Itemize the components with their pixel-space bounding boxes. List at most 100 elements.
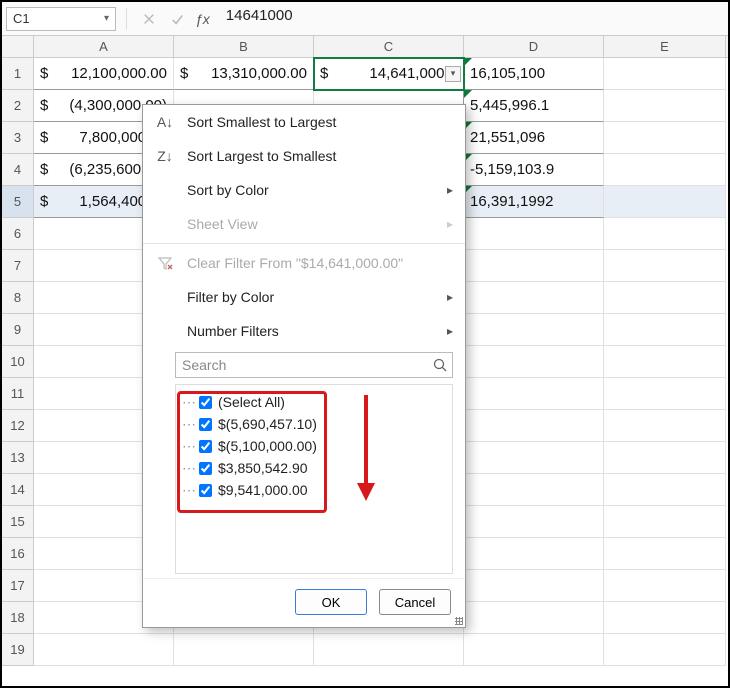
cell[interactable] [604, 602, 726, 634]
row-header[interactable]: 11 [2, 378, 34, 410]
cell[interactable] [604, 442, 726, 474]
row-header[interactable]: 16 [2, 538, 34, 570]
menu-label: Sheet View [187, 216, 435, 232]
menu-filter-by-color[interactable]: Filter by Color ▸ [143, 280, 465, 314]
row-header[interactable]: 17 [2, 570, 34, 602]
cell[interactable] [464, 314, 604, 346]
checkbox[interactable] [199, 418, 212, 431]
clear-filter-icon [155, 255, 175, 271]
cell[interactable] [604, 346, 726, 378]
checkbox[interactable] [199, 440, 212, 453]
cell[interactable] [604, 378, 726, 410]
cell[interactable] [464, 410, 604, 442]
cell[interactable] [604, 282, 726, 314]
col-header-E[interactable]: E [604, 36, 726, 57]
select-all-corner[interactable] [2, 36, 34, 57]
cell[interactable] [464, 218, 604, 250]
cell-D3[interactable]: 21,551,096 [464, 122, 604, 154]
row-header[interactable]: 9 [2, 314, 34, 346]
cancel-button[interactable]: Cancel [379, 589, 451, 615]
col-header-B[interactable]: B [174, 36, 314, 57]
cell[interactable] [604, 410, 726, 442]
checkbox[interactable] [199, 484, 212, 497]
cell[interactable] [604, 314, 726, 346]
filter-value-item[interactable]: ⋯$9,541,000.00 [182, 479, 446, 501]
row-header[interactable]: 1 [2, 58, 34, 90]
cell-B1[interactable]: $13,310,000.00 [174, 58, 314, 90]
cell[interactable] [34, 634, 174, 666]
col-header-D[interactable]: D [464, 36, 604, 57]
menu-sort-by-color[interactable]: Sort by Color ▸ [143, 173, 465, 207]
filter-value-item[interactable]: ⋯$3,850,542.90 [182, 457, 446, 479]
cell[interactable] [604, 474, 726, 506]
sort-asc-icon: A↓ [155, 114, 175, 130]
filter-value-item[interactable]: ⋯$(5,690,457.10) [182, 413, 446, 435]
row-header[interactable]: 13 [2, 442, 34, 474]
row-header[interactable]: 19 [2, 634, 34, 666]
menu-sort-ascending[interactable]: A↓ Sort Smallest to Largest [143, 105, 465, 139]
row-header[interactable]: 5 [2, 186, 34, 218]
cell[interactable] [464, 570, 604, 602]
chevron-down-icon: ▾ [104, 13, 109, 24]
menu-sort-descending[interactable]: Z↓ Sort Largest to Smallest [143, 139, 465, 173]
checkbox[interactable] [199, 462, 212, 475]
cell-E3[interactable] [604, 122, 726, 154]
row-header[interactable]: 12 [2, 410, 34, 442]
row-header[interactable]: 6 [2, 218, 34, 250]
cell-D5[interactable]: 16,391,1992 [464, 186, 604, 218]
filter-value-item[interactable]: ⋯$(5,100,000.00) [182, 435, 446, 457]
cell[interactable] [464, 250, 604, 282]
cell-E2[interactable] [604, 90, 726, 122]
row-header[interactable]: 14 [2, 474, 34, 506]
cell[interactable] [604, 538, 726, 570]
cell-D2[interactable]: 5,445,996.1 [464, 90, 604, 122]
filter-search-input[interactable]: Search [175, 352, 453, 378]
cell[interactable] [314, 634, 464, 666]
ok-button[interactable]: OK [295, 589, 367, 615]
cell-E4[interactable] [604, 154, 726, 186]
cell[interactable] [464, 474, 604, 506]
row-header[interactable]: 4 [2, 154, 34, 186]
cell[interactable] [464, 282, 604, 314]
resize-grip-icon[interactable] [451, 613, 463, 625]
row-header[interactable]: 18 [2, 602, 34, 634]
row-header[interactable]: 8 [2, 282, 34, 314]
row-header[interactable]: 15 [2, 506, 34, 538]
row-header[interactable]: 2 [2, 90, 34, 122]
menu-number-filters[interactable]: Number Filters ▸ [143, 314, 465, 348]
chevron-right-icon: ▸ [447, 324, 453, 338]
cell[interactable] [604, 250, 726, 282]
checkbox[interactable] [199, 396, 212, 409]
cell[interactable] [464, 378, 604, 410]
cell-A1[interactable]: $12,100,000.00 [34, 58, 174, 90]
search-placeholder: Search [182, 357, 432, 373]
fx-icon[interactable]: ƒx [195, 11, 210, 27]
formula-bar: C1 ▾ ƒx 14641000 [2, 2, 728, 36]
name-box-value: C1 [13, 11, 30, 26]
cell[interactable] [604, 218, 726, 250]
cell-E5[interactable] [604, 186, 726, 218]
col-header-C[interactable]: C [314, 36, 464, 57]
cell[interactable] [464, 602, 604, 634]
cell-D4[interactable]: -5,159,103.9 [464, 154, 604, 186]
cell-E1[interactable] [604, 58, 726, 90]
cell[interactable] [604, 506, 726, 538]
cell-D1[interactable]: 16,105,100 [464, 58, 604, 90]
row-header[interactable]: 10 [2, 346, 34, 378]
cell-C1[interactable]: $14,641,000.0 ▾ [314, 58, 464, 90]
cell[interactable] [604, 634, 726, 666]
cell[interactable] [464, 538, 604, 570]
cell[interactable] [464, 442, 604, 474]
cell[interactable] [604, 570, 726, 602]
name-box[interactable]: C1 ▾ [6, 7, 116, 31]
filter-dropdown-button[interactable]: ▾ [445, 66, 461, 82]
formula-input[interactable]: 14641000 [220, 7, 724, 31]
cell[interactable] [464, 634, 604, 666]
row-header[interactable]: 3 [2, 122, 34, 154]
filter-value-select-all[interactable]: ⋯(Select All) [182, 391, 446, 413]
col-header-A[interactable]: A [34, 36, 174, 57]
cell[interactable] [174, 634, 314, 666]
cell[interactable] [464, 346, 604, 378]
cell[interactable] [464, 506, 604, 538]
row-header[interactable]: 7 [2, 250, 34, 282]
